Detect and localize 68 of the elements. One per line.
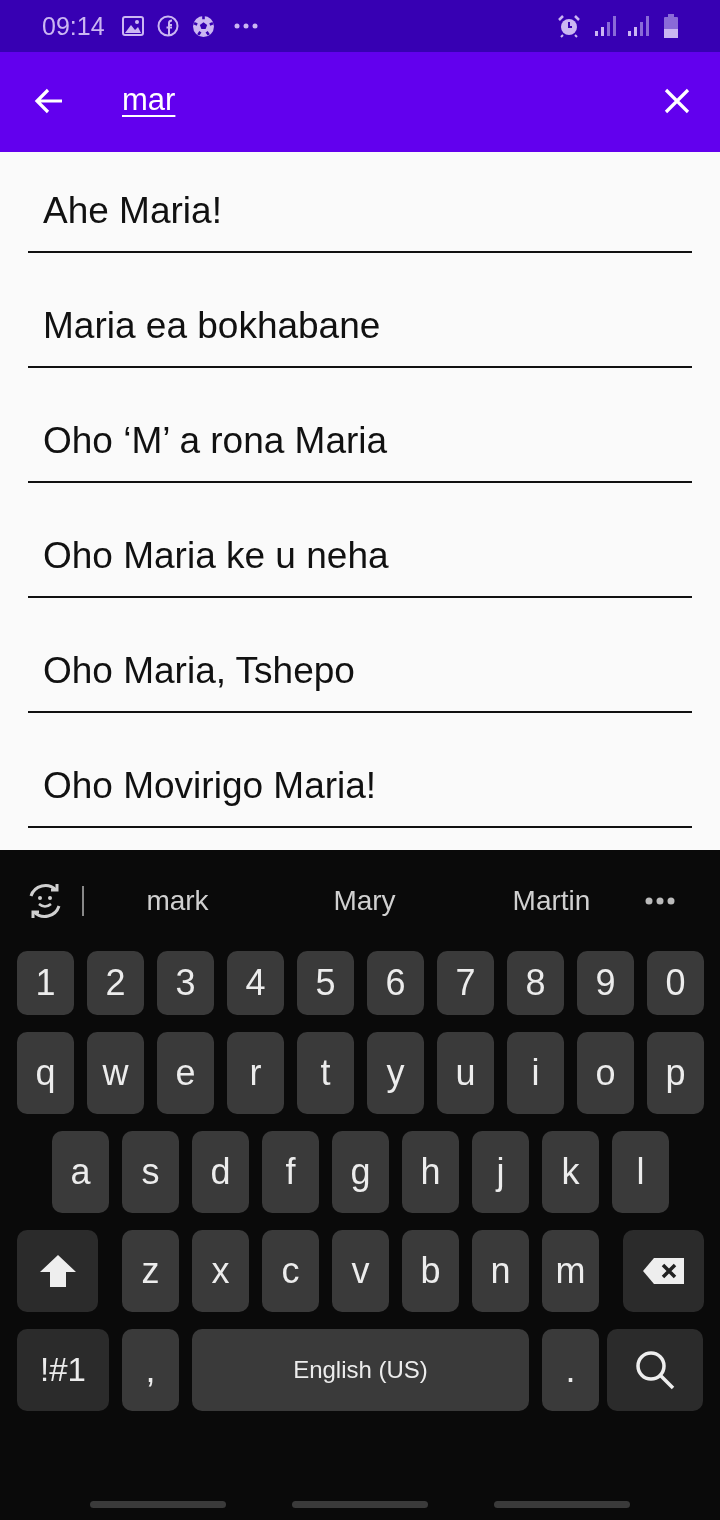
key[interactable]: q [17, 1032, 74, 1114]
signal-icon [594, 15, 618, 37]
shift-icon [38, 1254, 77, 1288]
nav-handle[interactable] [90, 1501, 226, 1508]
key[interactable]: k [542, 1131, 599, 1213]
key[interactable]: l [612, 1131, 669, 1213]
circle-logo-icon [156, 15, 179, 37]
key[interactable]: n [472, 1230, 529, 1312]
backspace-key[interactable] [623, 1230, 704, 1312]
key[interactable]: a [52, 1131, 109, 1213]
image-icon [121, 16, 144, 36]
key[interactable]: s [122, 1131, 179, 1213]
suggestion-word[interactable]: Mary [271, 884, 458, 917]
key[interactable]: v [332, 1230, 389, 1312]
key[interactable]: 9 [577, 951, 634, 1015]
key[interactable]: 5 [297, 951, 354, 1015]
key[interactable]: o [577, 1032, 634, 1114]
shift-key[interactable] [17, 1230, 98, 1312]
alarm-icon [557, 14, 581, 38]
result-item[interactable]: Oho Maria, Tshepo [43, 649, 355, 693]
result-item[interactable]: Maria ea bokhabane [43, 304, 381, 348]
status-time: 09:14 [42, 11, 105, 41]
key[interactable]: 4 [227, 951, 284, 1015]
key[interactable]: 2 [87, 951, 144, 1015]
key[interactable]: f [262, 1131, 319, 1213]
key[interactable]: p [647, 1032, 704, 1114]
result-item[interactable]: Oho Movirigo Maria! [43, 764, 377, 808]
key[interactable]: 3 [157, 951, 214, 1015]
key[interactable]: , [122, 1329, 179, 1411]
key[interactable]: i [507, 1032, 564, 1114]
nav-handle[interactable] [494, 1501, 630, 1508]
key[interactable]: 6 [367, 951, 424, 1015]
search-key[interactable] [607, 1329, 703, 1411]
symbols-key[interactable]: !#1 [17, 1329, 109, 1411]
battery-icon [664, 14, 678, 38]
key[interactable]: m [542, 1230, 599, 1312]
signal-icon [627, 15, 651, 37]
result-item[interactable]: Oho ‘M’ a rona Maria [43, 419, 388, 463]
key[interactable]: y [367, 1032, 424, 1114]
key[interactable]: u [437, 1032, 494, 1114]
key[interactable]: g [332, 1131, 389, 1213]
key[interactable]: b [402, 1230, 459, 1312]
key[interactable]: h [402, 1131, 459, 1213]
key[interactable]: c [262, 1230, 319, 1312]
key[interactable]: 8 [507, 951, 564, 1015]
key[interactable]: t [297, 1032, 354, 1114]
result-item[interactable]: Oho Maria ke u neha [43, 534, 389, 578]
more-icon [233, 23, 258, 29]
soccer-ball-icon [191, 14, 215, 38]
key[interactable]: z [122, 1230, 179, 1312]
space-key[interactable]: English (US) [192, 1329, 529, 1411]
key[interactable]: d [192, 1131, 249, 1213]
key[interactable]: j [472, 1131, 529, 1213]
result-item[interactable]: Ahe Maria! [43, 189, 222, 233]
key[interactable]: x [192, 1230, 249, 1312]
key[interactable]: 1 [17, 951, 74, 1015]
key[interactable]: w [87, 1032, 144, 1114]
key[interactable]: . [542, 1329, 599, 1411]
search-icon [635, 1350, 675, 1390]
suggestion-word[interactable]: Martin [458, 884, 645, 917]
backspace-icon [641, 1257, 686, 1285]
key[interactable]: 0 [647, 951, 704, 1015]
suggestion-word[interactable]: mark [84, 884, 271, 917]
key[interactable]: r [227, 1032, 284, 1114]
more-icon[interactable] [645, 896, 675, 905]
key[interactable]: 7 [437, 951, 494, 1015]
key[interactable]: e [157, 1032, 214, 1114]
nav-handle[interactable] [292, 1501, 428, 1508]
